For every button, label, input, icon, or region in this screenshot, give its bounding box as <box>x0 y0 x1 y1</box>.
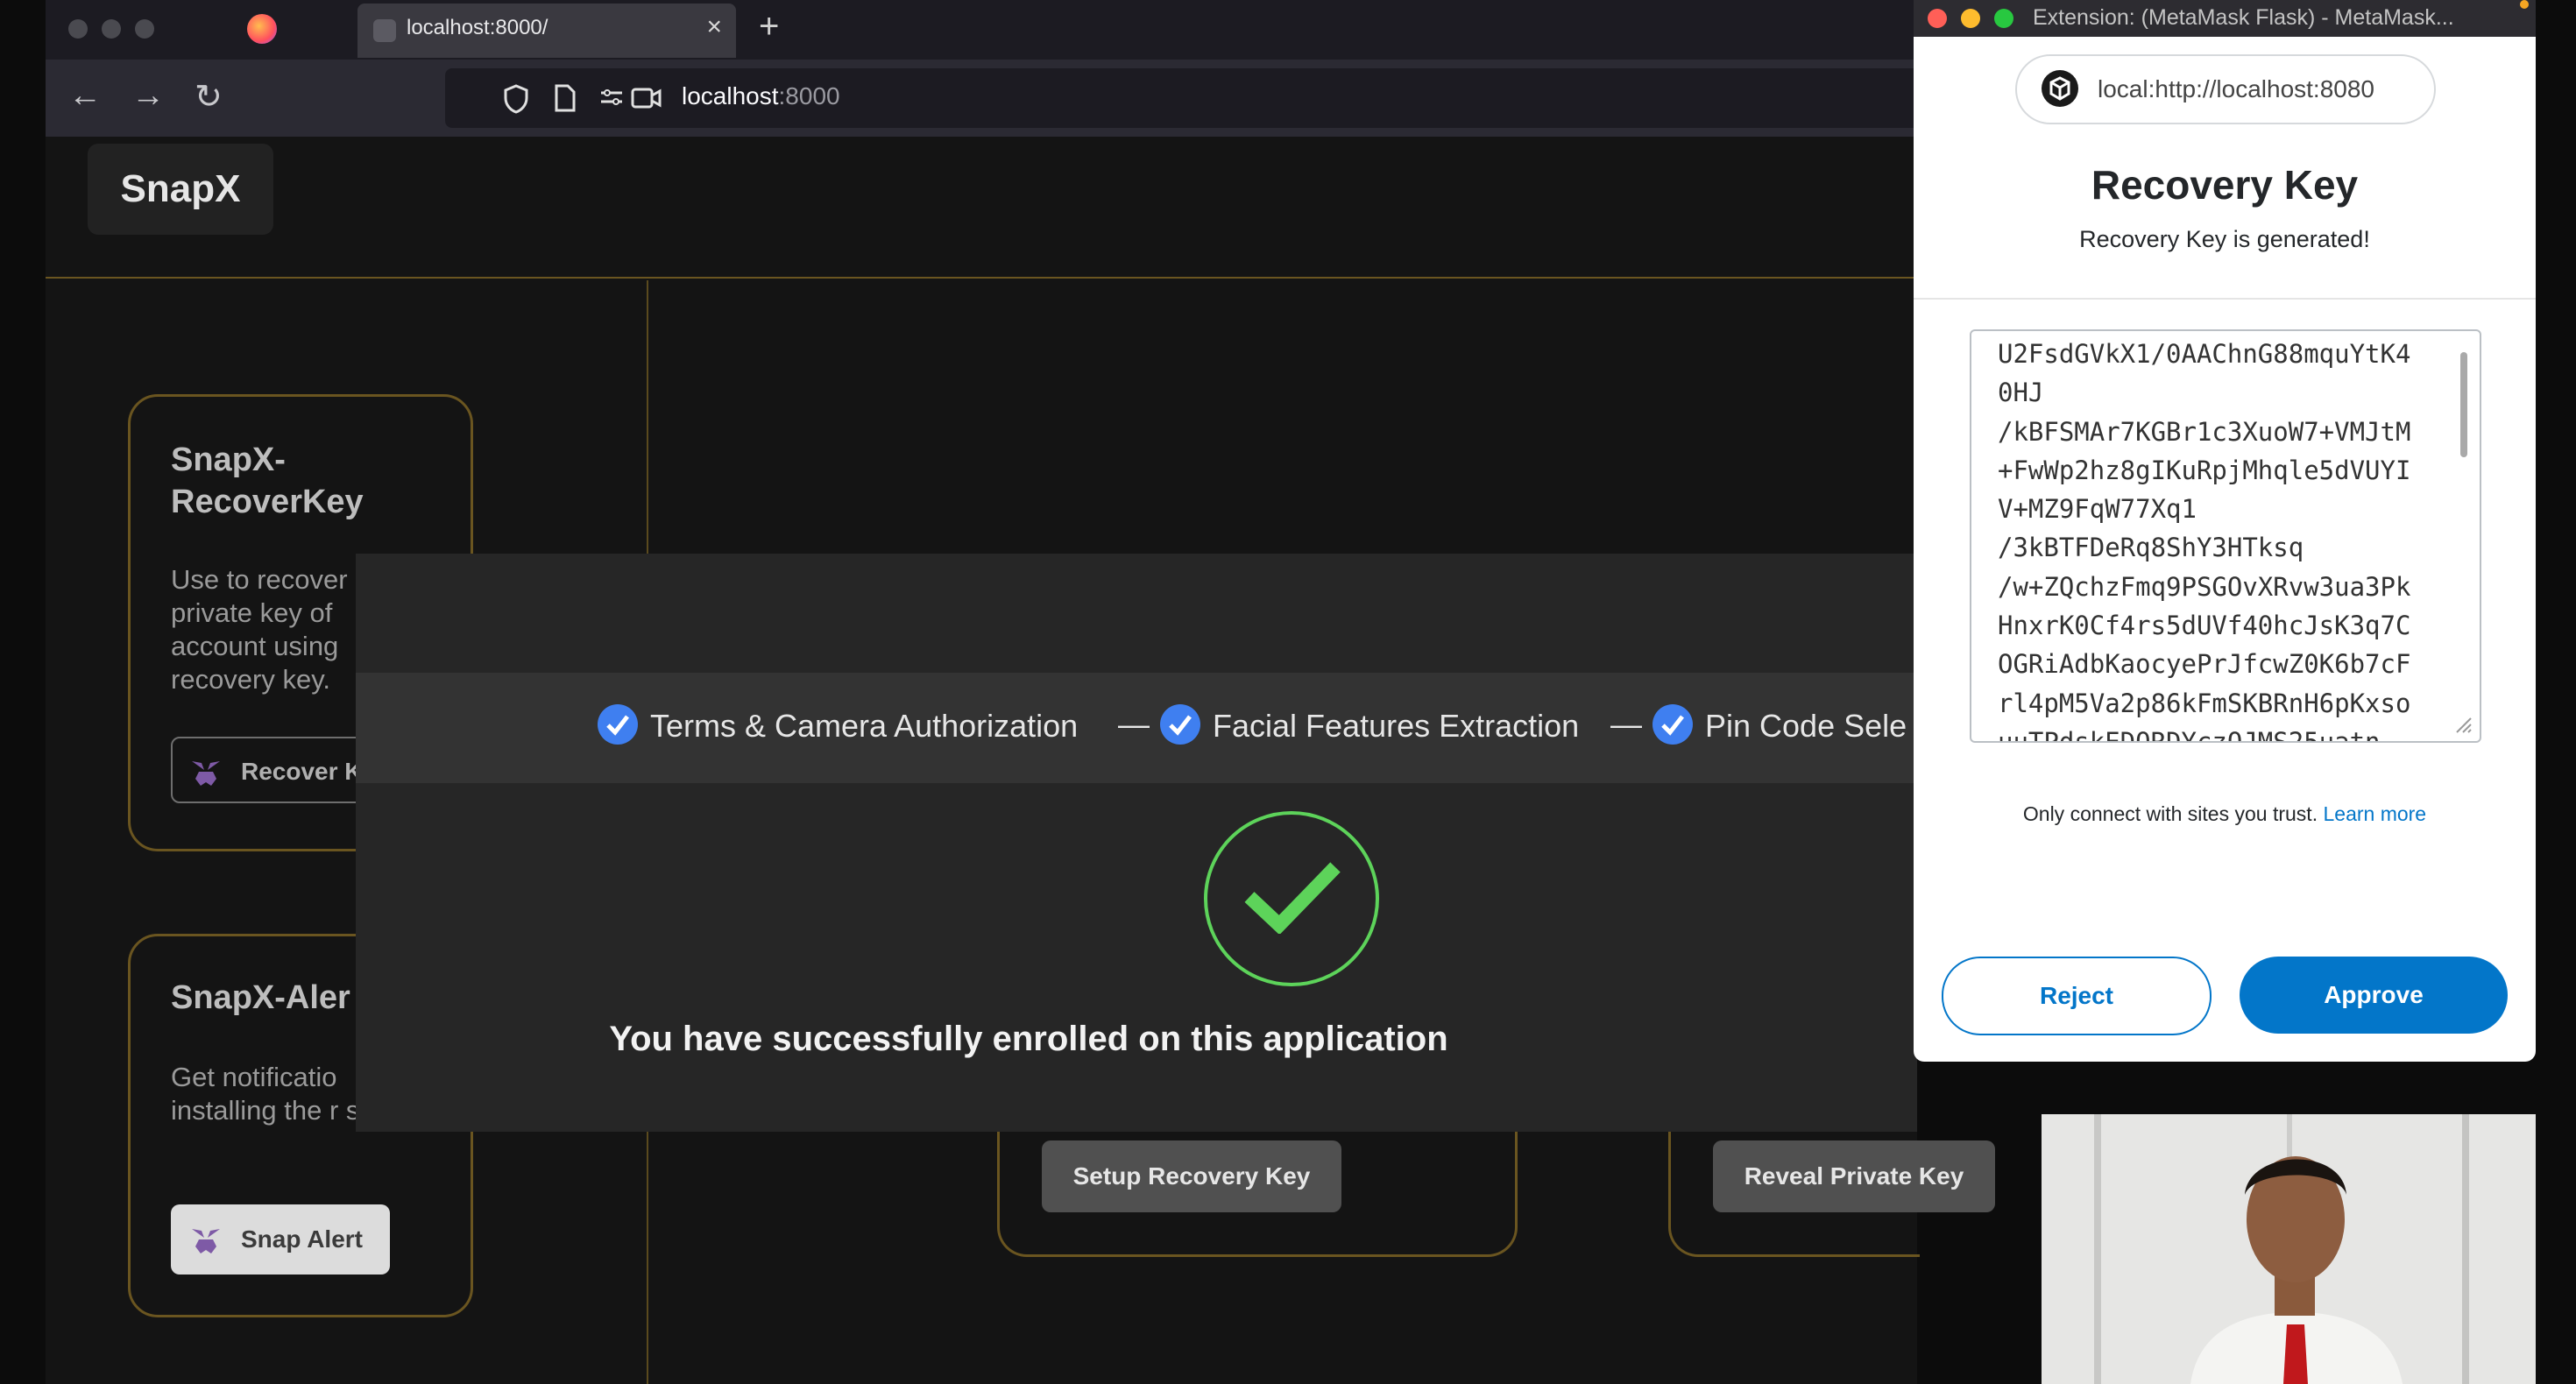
key-line: uuTPdskEDORDYczQJMS25uatn <box>1998 726 2381 743</box>
key-line: /3kBTFDeRq8ShY3HTksq <box>1998 533 2304 563</box>
browser-tab-bar: localhost:8000/ × + <box>46 0 1917 60</box>
step-label: Facial Features Extraction <box>1213 708 1580 744</box>
trust-notice: Only connect with sites you trust. Learn… <box>1914 802 2536 826</box>
resize-handle-icon[interactable] <box>2453 715 2473 734</box>
key-line: /kBFSMAr7KGBr1c3XuoW7+VMJtM <box>1998 416 2411 447</box>
key-line: HnxrK0Cf4rs5dUVf40hcJsK3q7C <box>1998 611 2411 641</box>
camera-sharing-icon[interactable] <box>631 86 662 110</box>
header-divider <box>46 277 1917 279</box>
app-logo: SnapX <box>120 167 241 210</box>
reveal-private-key-button[interactable]: Reveal Private Key <box>1713 1140 1995 1212</box>
address-bar[interactable]: localhost:8000 <box>445 68 1963 128</box>
textarea-scrollbar[interactable] <box>2460 352 2467 457</box>
key-line: /w+ZQchzFmq9PSGOvXRvw3ua3Pk <box>1998 571 2411 602</box>
tab-title: localhost:8000/ <box>407 16 548 39</box>
divider <box>1914 298 2536 300</box>
key-line: V+MZ9FqW77Xq1 <box>1998 494 2197 525</box>
metamask-fox-icon <box>192 1228 220 1253</box>
step-progress-bar: Terms & Camera Authorization — Facial Fe… <box>356 673 1917 783</box>
firefox-icon[interactable] <box>247 14 277 44</box>
recover-key-label: Recover K <box>241 758 363 785</box>
logo-container[interactable]: SnapX <box>88 144 273 235</box>
webcam-video <box>2042 1114 2536 1384</box>
tab-favicon-icon <box>373 19 396 42</box>
reload-icon[interactable]: ↻ <box>195 77 223 117</box>
presenter-figure <box>2042 1114 2536 1384</box>
origin-pill: local:http://localhost:8080 <box>2015 54 2436 124</box>
zoom-dot[interactable] <box>1994 9 2013 28</box>
new-tab-button[interactable]: + <box>759 7 779 46</box>
learn-more-link[interactable]: Learn more <box>2323 802 2426 825</box>
notification-dot <box>2520 0 2529 9</box>
recovery-key-textarea[interactable]: U2FsdGVkX1/0AAChnG88mquYtK4 0HJ/kBFSMAr7K… <box>1970 329 2481 743</box>
browser-nav-bar: ← → ↻ localhost:8000 <box>46 60 1963 137</box>
snap-cube-icon <box>2042 70 2078 107</box>
tab-close-icon[interactable]: × <box>706 12 722 42</box>
key-line: +FwWp2hz8gIKuRpjMhqle5dVUYI <box>1998 455 2411 485</box>
step-facial: Facial Features Extraction <box>1160 704 1580 748</box>
url-host: localhost <box>682 82 779 109</box>
key-line: OGRiAdbKaocyePrJfcwZ0K6b7cF <box>1998 649 2411 680</box>
permissions-icon[interactable] <box>599 88 624 107</box>
snap-alert-label: Snap Alert <box>241 1225 363 1253</box>
step-separator: — <box>1610 706 1642 742</box>
url-text[interactable]: localhost:8000 <box>682 82 840 110</box>
step-separator: — <box>1118 706 1150 742</box>
url-port: :8000 <box>778 82 840 109</box>
success-check-icon <box>1204 811 1379 986</box>
dialog-subheading: Recovery Key is generated! <box>2079 226 2370 252</box>
window-close-dot[interactable] <box>68 19 88 39</box>
key-line: U2FsdGVkX1/0AAChnG88mquYtK4 <box>1998 339 2411 369</box>
snap-alert-button[interactable]: Snap Alert <box>171 1204 390 1275</box>
extension-title-bar: Extension: (MetaMask Flask) - MetaMask..… <box>1914 0 2536 37</box>
shield-icon[interactable] <box>503 84 529 114</box>
card-title: SnapX-RecoverKey <box>171 441 364 520</box>
approve-button[interactable]: Approve <box>2240 957 2508 1034</box>
metamask-extension-window: Extension: (MetaMask Flask) - MetaMask..… <box>1914 0 2536 1062</box>
back-arrow-icon[interactable]: ← <box>68 77 102 115</box>
checkmark-icon <box>1652 704 1693 745</box>
close-dot[interactable] <box>1928 9 1947 28</box>
dialog-heading: Recovery Key <box>2091 162 2359 208</box>
forward-arrow-icon[interactable]: → <box>131 77 165 115</box>
step-label: Terms & Camera Authorization <box>650 708 1079 744</box>
page-icon[interactable] <box>554 84 577 112</box>
success-message: You have successfully enrolled on this a… <box>609 1020 1448 1058</box>
extension-window-title: Extension: (MetaMask Flask) - MetaMask..… <box>2033 5 2454 30</box>
browser-tab[interactable]: localhost:8000/ × <box>357 4 736 58</box>
step-pin: Pin Code Sele <box>1652 704 1907 748</box>
setup-recovery-key-button[interactable]: Setup Recovery Key <box>1042 1140 1341 1212</box>
window-minimize-dot[interactable] <box>102 19 121 39</box>
metamask-fox-icon <box>192 760 220 786</box>
reject-button[interactable]: Reject <box>1942 957 2212 1035</box>
key-line: rl4pM5Va2p86kFmSKBRnH6pKxso <box>1998 688 2411 718</box>
checkmark-icon <box>1160 704 1200 745</box>
key-line: 0HJ <box>1998 378 2044 408</box>
origin-url: local:http://localhost:8080 <box>2098 75 2374 102</box>
checkmark-icon <box>598 704 638 745</box>
step-label: Pin Code Sele <box>1705 708 1907 744</box>
step-terms: Terms & Camera Authorization <box>598 704 1079 748</box>
trust-text: Only connect with sites you trust. <box>2022 802 2318 825</box>
minimize-dot[interactable] <box>1961 9 1980 28</box>
window-zoom-dot[interactable] <box>135 19 154 39</box>
recovery-key-text[interactable]: U2FsdGVkX1/0AAChnG88mquYtK4 0HJ/kBFSMAr7K… <box>1998 335 2453 743</box>
